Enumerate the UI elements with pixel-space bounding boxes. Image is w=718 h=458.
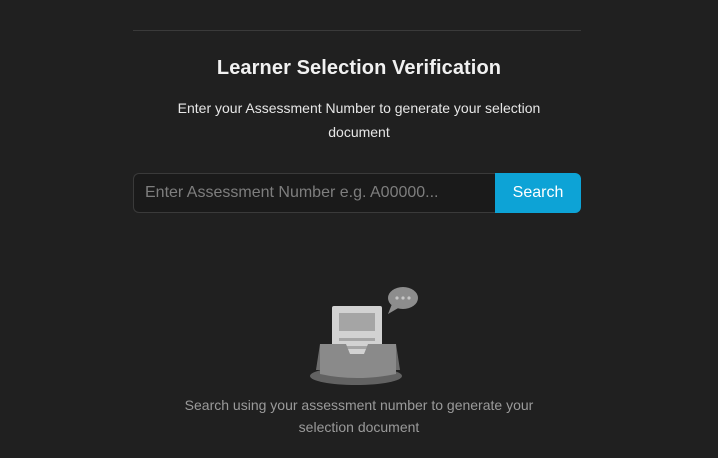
illustration-chat-dot-1 (395, 296, 399, 300)
illustration-document-line-1 (339, 338, 375, 341)
top-divider (133, 30, 581, 31)
illustration-document-header (339, 313, 375, 331)
search-button[interactable]: Search (495, 173, 581, 213)
assessment-number-input[interactable] (133, 173, 495, 213)
page-title: Learner Selection Verification (216, 57, 502, 79)
empty-state-message: Search using your assessment number to g… (184, 397, 534, 435)
illustration-chat-dot-3 (407, 296, 411, 300)
illustration-chat-dot-2 (401, 296, 405, 300)
document-inbox-icon (310, 287, 418, 385)
search-bar: Search (133, 173, 581, 213)
page-subtitle: Enter your Assessment Number to generate… (177, 100, 541, 140)
verification-page: Learner Selection Verification Enter you… (0, 0, 718, 458)
